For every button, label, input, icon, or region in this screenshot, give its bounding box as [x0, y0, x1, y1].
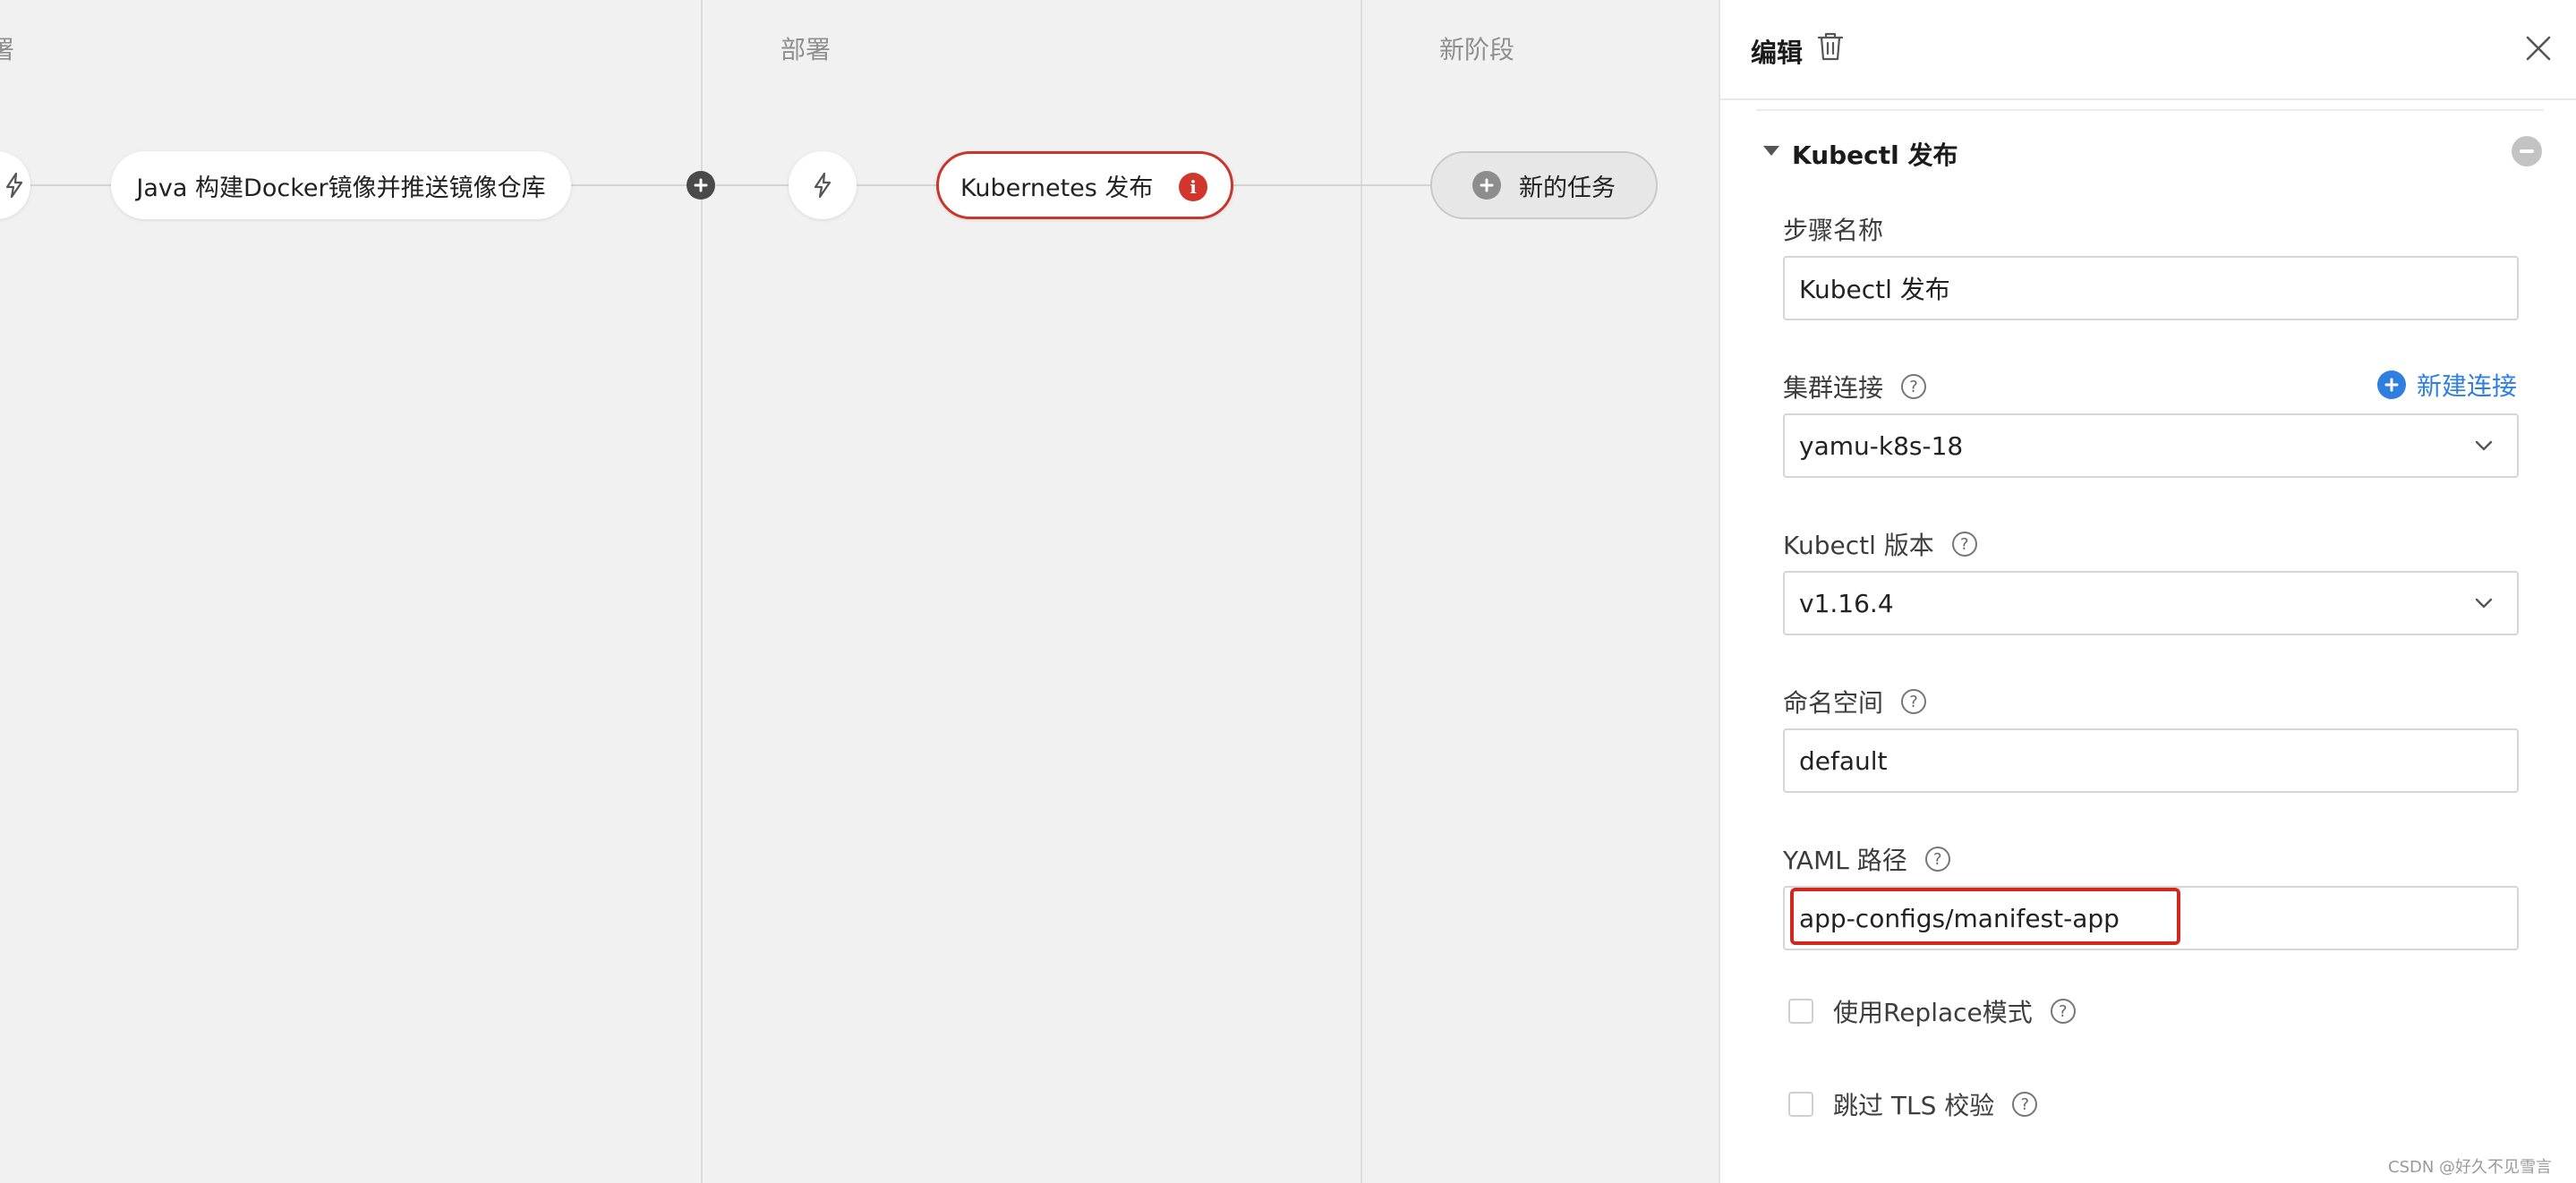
- edit-panel: 编辑 Kubectl 发布 步骤名称 Kubectl 发布 集群连接 ? 新建连…: [1719, 0, 2576, 1183]
- stage-title-build: 署: [0, 35, 15, 64]
- step-name-label: 步骤名称: [1783, 211, 1883, 247]
- task-label: Kubernetes 发布: [960, 174, 1154, 202]
- label-text: 步骤名称: [1783, 216, 1884, 245]
- label-text: 命名空间: [1783, 688, 1884, 718]
- connector-line: [569, 184, 689, 186]
- yaml-path-input[interactable]: app-configs/manifest-app: [1783, 886, 2519, 950]
- input-value: default: [1799, 745, 1888, 776]
- input-value: app-configs/manifest-app: [1799, 903, 2120, 933]
- section-divider: [1756, 109, 2544, 111]
- lightning-icon: [5, 172, 23, 199]
- connector-line: [27, 184, 113, 186]
- label-text: 集群连接: [1783, 373, 1884, 403]
- namespace-label: 命名空间 ?: [1783, 684, 1927, 719]
- stage-divider: [1361, 0, 1362, 1183]
- option-label: 使用Replace模式: [1833, 998, 2033, 1027]
- panel-title: 编辑: [1751, 38, 1804, 68]
- skip-tls-option[interactable]: 跳过 TLS 校验 ?: [1788, 1086, 2038, 1122]
- add-stage-button[interactable]: [687, 171, 715, 200]
- new-connection-link[interactable]: 新建连接: [2377, 367, 2517, 403]
- plus-icon: [2377, 370, 2406, 399]
- connector-line: [1232, 184, 1432, 186]
- task-label: Java 构建Docker镜像并推送镜像仓库: [136, 174, 546, 202]
- help-icon[interactable]: ?: [1951, 532, 1977, 557]
- watermark: CSDN @好久不见雪言: [2388, 1158, 2553, 1177]
- label-text: Kubectl 版本: [1783, 531, 1934, 560]
- help-icon[interactable]: ?: [1901, 374, 1927, 399]
- help-icon[interactable]: ?: [1901, 689, 1927, 714]
- help-icon[interactable]: ?: [1924, 847, 1950, 872]
- remove-step-button[interactable]: [2512, 136, 2542, 166]
- task-java-build[interactable]: Java 构建Docker镜像并推送镜像仓库: [111, 151, 571, 219]
- replace-mode-checkbox[interactable]: [1788, 999, 1813, 1024]
- task-kubernetes-deploy[interactable]: Kubernetes 发布 i: [936, 151, 1233, 219]
- kubectl-version-label: Kubectl 版本 ?: [1783, 526, 1977, 562]
- step-name-input[interactable]: Kubectl 发布: [1783, 256, 2519, 320]
- plus-icon: [1472, 171, 1501, 200]
- stage-title-new-stage[interactable]: 新阶段: [1439, 30, 1514, 66]
- lightning-icon: [814, 172, 832, 199]
- yaml-path-label: YAML 路径 ?: [1783, 841, 1950, 877]
- connector-line: [716, 184, 791, 186]
- namespace-input[interactable]: default: [1783, 728, 2519, 793]
- label-text: YAML 路径: [1783, 846, 1907, 875]
- cluster-select[interactable]: yamu-k8s-18: [1783, 413, 2519, 478]
- input-value: Kubectl 发布: [1799, 275, 1950, 304]
- section-title[interactable]: Kubectl 发布: [1792, 136, 1958, 172]
- select-value: v1.16.4: [1799, 588, 1894, 618]
- help-icon[interactable]: ?: [2050, 999, 2076, 1024]
- stage-title-deploy: 部署: [780, 35, 832, 64]
- option-label: 跳过 TLS 校验: [1833, 1091, 1995, 1120]
- chevron-down-icon: [2475, 440, 2493, 451]
- new-task-label: 新的任务: [1519, 174, 1616, 202]
- trigger-node[interactable]: [0, 151, 30, 219]
- panel-header: 编辑: [1720, 0, 2576, 100]
- caret-down-icon[interactable]: [1763, 146, 1779, 156]
- chevron-down-icon: [2475, 598, 2493, 609]
- kubectl-version-select[interactable]: v1.16.4: [1783, 571, 2519, 635]
- new-task-button[interactable]: 新的任务: [1430, 151, 1658, 219]
- cluster-label: 集群连接 ?: [1783, 369, 1927, 404]
- skip-tls-checkbox[interactable]: [1788, 1092, 1813, 1117]
- trigger-node[interactable]: [789, 151, 857, 219]
- pipeline-canvas: 署 部署 新阶段 Java 构建Docker镜像并推送镜像仓库 Kubernet…: [0, 0, 1719, 1183]
- info-icon: i: [1179, 173, 1207, 201]
- new-connection-label: 新建连接: [2417, 371, 2518, 401]
- help-icon[interactable]: ?: [2012, 1092, 2038, 1117]
- replace-mode-option[interactable]: 使用Replace模式 ?: [1788, 993, 2076, 1029]
- close-icon[interactable]: [2521, 30, 2556, 70]
- select-value: yamu-k8s-18: [1799, 430, 1964, 461]
- plus-icon: [694, 178, 708, 192]
- trash-icon[interactable]: [1815, 30, 1846, 66]
- connector-line: [856, 184, 936, 186]
